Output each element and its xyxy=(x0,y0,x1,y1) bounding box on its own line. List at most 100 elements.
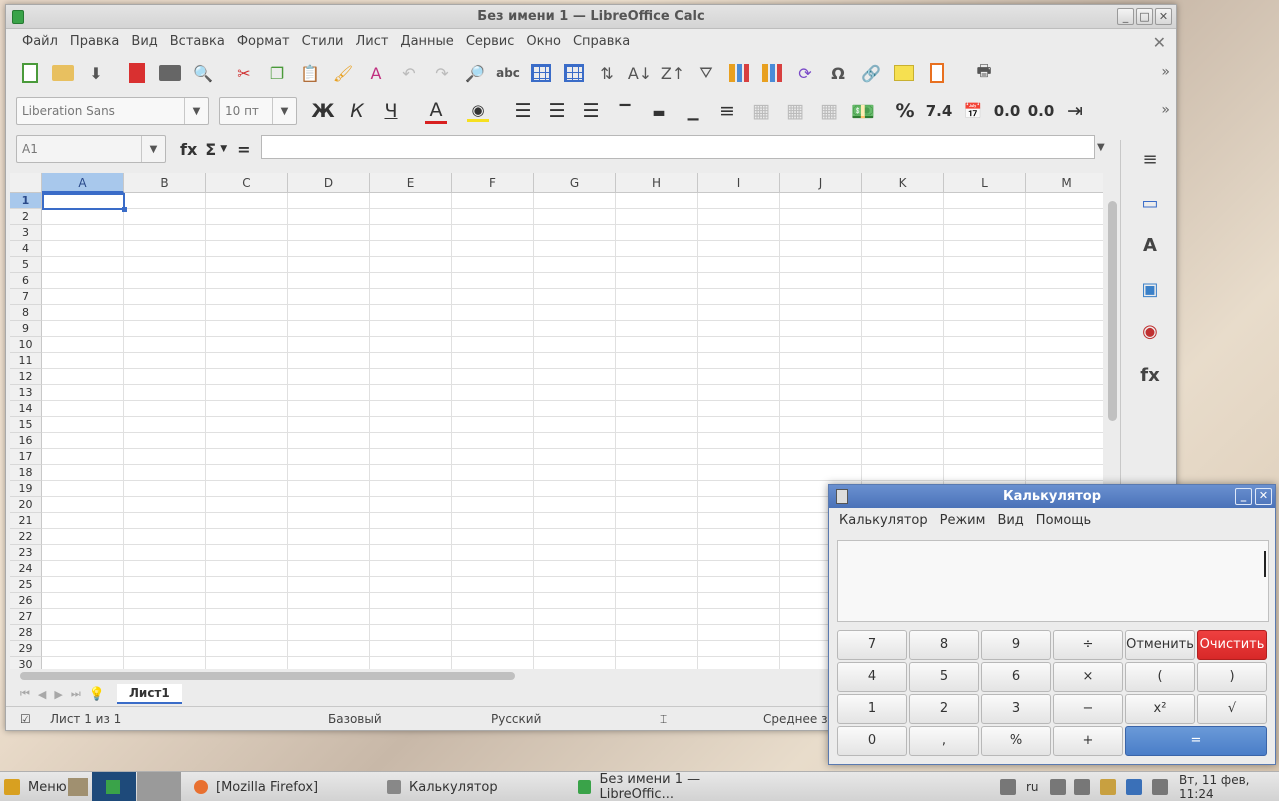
menu-tools[interactable]: Сервис xyxy=(460,34,521,49)
row-header-11[interactable]: 11 xyxy=(10,353,42,369)
column-header-a[interactable]: A xyxy=(42,173,124,193)
insert-image-button[interactable] xyxy=(725,59,753,87)
update-icon[interactable] xyxy=(1000,779,1016,795)
key-4[interactable]: 4 xyxy=(837,662,907,692)
sort-desc-button[interactable]: Z↑ xyxy=(659,59,687,87)
indent-button[interactable]: ⇥ xyxy=(1061,100,1089,122)
undo-button[interactable]: Отменить xyxy=(1125,630,1195,660)
align-middle-button[interactable]: ▬ xyxy=(645,100,673,122)
redo-button[interactable]: ↷ xyxy=(428,59,456,87)
scroll-thumb[interactable] xyxy=(20,672,515,680)
row-header-4[interactable]: 4 xyxy=(10,241,42,257)
row-header-30[interactable]: 30 xyxy=(10,657,42,669)
row-header-23[interactable]: 23 xyxy=(10,545,42,561)
clock[interactable]: Вт, 11 фев, 11:24 xyxy=(1179,772,1279,801)
key-1[interactable]: 1 xyxy=(837,694,907,724)
row-header-2[interactable]: 2 xyxy=(10,209,42,225)
functions-icon[interactable]: fx xyxy=(1139,364,1161,386)
highlight-color-button[interactable]: ◉ xyxy=(467,101,489,122)
selection-mode-icon[interactable]: ⌶ xyxy=(660,712,667,727)
align-right-button[interactable]: ☰ xyxy=(577,100,605,122)
workspace-2[interactable] xyxy=(137,772,181,801)
menu-edit[interactable]: Правка xyxy=(64,34,125,49)
select-all-corner[interactable] xyxy=(10,173,42,193)
column-header-j[interactable]: J xyxy=(780,173,862,193)
bold-button[interactable]: Ж xyxy=(309,100,337,122)
insert-chart-button[interactable] xyxy=(758,59,786,87)
close-button[interactable]: ✕ xyxy=(1155,8,1172,25)
row-button[interactable] xyxy=(527,59,555,87)
menu-sheet[interactable]: Лист xyxy=(349,34,394,49)
currency-button[interactable]: 💵 xyxy=(849,100,877,123)
column-header-g[interactable]: G xyxy=(534,173,616,193)
calculator-display[interactable] xyxy=(837,540,1269,622)
row-header-15[interactable]: 15 xyxy=(10,417,42,433)
clear-button[interactable]: Очистить xyxy=(1197,630,1267,660)
autofilter-button[interactable]: ⛛ xyxy=(692,59,720,87)
row-header-9[interactable]: 9 xyxy=(10,321,42,337)
font-name-combo[interactable]: Liberation Sans ▼ xyxy=(16,97,209,125)
key-sqrt[interactable]: √ xyxy=(1197,694,1267,724)
unmerge-cells-button[interactable]: ▦ xyxy=(781,100,809,122)
close-button[interactable]: ✕ xyxy=(1255,488,1272,505)
display-icon[interactable] xyxy=(1050,779,1066,795)
cut-button[interactable]: ✂ xyxy=(230,59,258,87)
menu-view[interactable]: Вид xyxy=(125,34,163,49)
key-6[interactable]: 6 xyxy=(981,662,1051,692)
clone-format-button[interactable]: 🖌 xyxy=(329,59,357,87)
key-close-paren[interactable]: ) xyxy=(1197,662,1267,692)
headers-footers-button[interactable] xyxy=(923,59,951,87)
key-square[interactable]: x² xyxy=(1125,694,1195,724)
pivot-table-button[interactable]: ⟳ xyxy=(791,59,819,87)
wrap-text-button[interactable]: ≡ xyxy=(713,100,741,122)
row-header-13[interactable]: 13 xyxy=(10,385,42,401)
row-header-10[interactable]: 10 xyxy=(10,337,42,353)
minimize-button[interactable]: _ xyxy=(1117,8,1134,25)
merge-cells-button[interactable]: ▦ xyxy=(747,100,775,122)
name-box[interactable]: A1 ▼ xyxy=(16,135,166,163)
task-calculator[interactable]: Калькулятор xyxy=(381,774,566,800)
merge-center-button[interactable]: ▦ xyxy=(815,100,843,122)
row-header-17[interactable]: 17 xyxy=(10,449,42,465)
number-format-button[interactable]: 7.4 xyxy=(925,102,953,120)
column-header-e[interactable]: E xyxy=(370,173,452,193)
new-document-button[interactable] xyxy=(16,59,44,87)
row-header-27[interactable]: 27 xyxy=(10,609,42,625)
workspace-1[interactable] xyxy=(92,772,136,801)
key-equals[interactable]: = xyxy=(1125,726,1267,756)
row-header-24[interactable]: 24 xyxy=(10,561,42,577)
print-button[interactable] xyxy=(156,59,184,87)
row-header-6[interactable]: 6 xyxy=(10,273,42,289)
status-language[interactable]: Русский xyxy=(491,712,541,726)
last-sheet-icon[interactable]: ⏭ xyxy=(71,687,81,701)
special-char-button[interactable]: Ω xyxy=(824,59,852,87)
key-multiply[interactable]: × xyxy=(1053,662,1123,692)
row-header-29[interactable]: 29 xyxy=(10,641,42,657)
sort-button[interactable]: ⇅ xyxy=(593,59,621,87)
first-sheet-icon[interactable]: ⏮ xyxy=(20,687,30,701)
column-header-i[interactable]: I xyxy=(698,173,780,193)
toolbar-overflow-icon[interactable]: » xyxy=(1161,64,1170,80)
copy-button[interactable]: ❐ xyxy=(263,59,291,87)
italic-button[interactable]: К xyxy=(343,100,371,122)
column-header-l[interactable]: L xyxy=(944,173,1026,193)
row-header-1[interactable]: 1 xyxy=(10,193,42,209)
comment-button[interactable] xyxy=(890,59,918,87)
align-center-button[interactable]: ☰ xyxy=(543,100,571,122)
paste-button[interactable]: 📋 xyxy=(296,59,324,87)
battery-icon[interactable] xyxy=(1152,779,1168,795)
underline-button[interactable]: Ч xyxy=(377,100,405,122)
row-header-12[interactable]: 12 xyxy=(10,369,42,385)
menu-help[interactable]: Справка xyxy=(567,34,636,49)
print-range-button[interactable]: 🖶 xyxy=(970,59,998,87)
save-button[interactable]: ⬇ xyxy=(82,59,110,87)
font-color-button[interactable]: A xyxy=(425,99,447,124)
find-replace-button[interactable]: 🔎 xyxy=(461,59,489,87)
status-page-style[interactable]: Базовый xyxy=(328,712,382,726)
percent-button[interactable]: % xyxy=(891,100,919,122)
formula-button[interactable]: = xyxy=(237,140,250,159)
navigator-icon[interactable]: ◉ xyxy=(1139,320,1161,342)
key-7[interactable]: 7 xyxy=(837,630,907,660)
column-header-b[interactable]: B xyxy=(124,173,206,193)
delete-decimal-button[interactable]: 0.0 xyxy=(1027,102,1055,120)
